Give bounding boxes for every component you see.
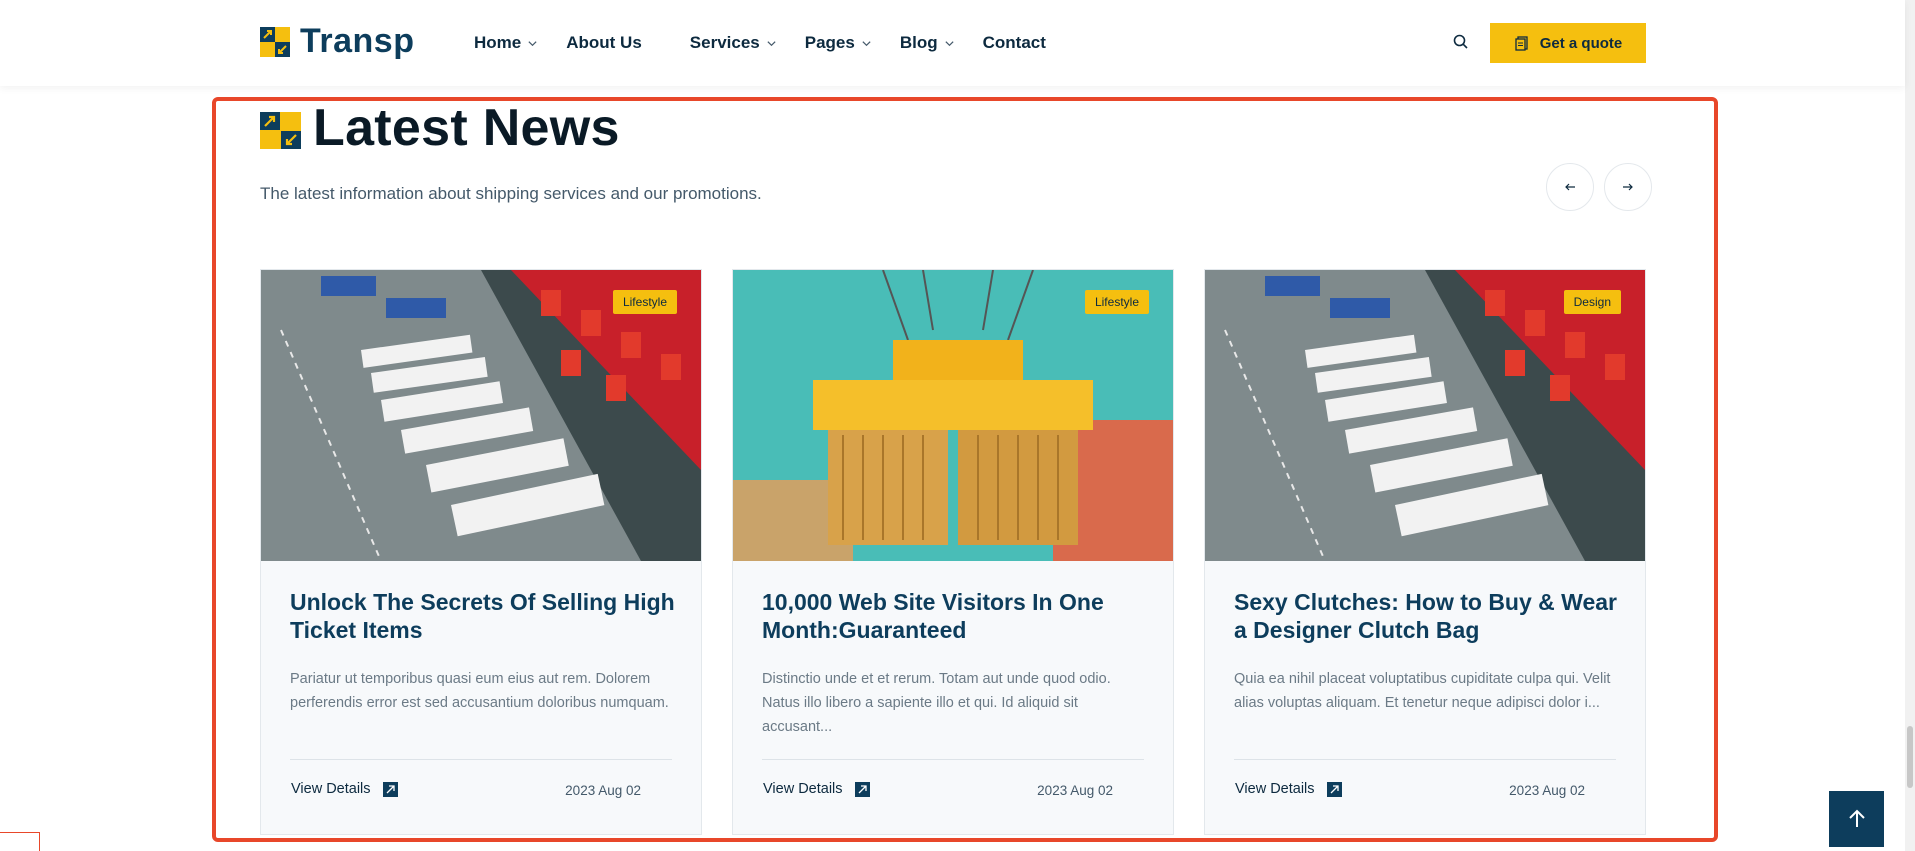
chevron-down-icon: [862, 40, 871, 46]
card-date: 2023 Aug 02: [565, 783, 641, 798]
nav-contact-label: Contact: [982, 33, 1046, 52]
section-subtitle: The latest information about shipping se…: [260, 184, 762, 203]
search-icon[interactable]: [1452, 33, 1470, 51]
chevron-down-icon: [767, 40, 776, 46]
view-details-label: View Details: [763, 781, 843, 797]
card-title[interactable]: Sexy Clutches: How to Buy & Wear a Desig…: [1234, 588, 1624, 644]
carousel-next-button[interactable]: [1604, 163, 1652, 211]
logo-text: Transp: [300, 22, 415, 60]
chevron-down-icon: [945, 40, 954, 46]
card-excerpt: Pariatur ut temporibus quasi eum eius au…: [290, 671, 669, 711]
card-title[interactable]: 10,000 Web Site Visitors In One Month:Gu…: [762, 588, 1152, 644]
document-icon: [1515, 36, 1528, 51]
nav-blog-label: Blog: [899, 33, 938, 52]
divider: [290, 759, 672, 760]
divider: [762, 759, 1144, 760]
nav-services[interactable]: Services: [690, 33, 777, 53]
nav-pages-label: Pages: [804, 33, 855, 52]
category-tag[interactable]: Design: [1563, 290, 1621, 314]
card-excerpt: Distinctio unde et et rerum. Totam aut u…: [762, 671, 1111, 735]
arrow-right-icon: [1623, 183, 1633, 191]
external-link-icon: [854, 781, 870, 797]
view-details-label: View Details: [1235, 781, 1315, 797]
nav-blog[interactable]: Blog: [900, 33, 955, 53]
nav-about-us[interactable]: About Us: [566, 33, 642, 53]
nav-contact[interactable]: Contact: [983, 33, 1046, 53]
divider: [1234, 759, 1616, 760]
view-details-link[interactable]: View Details: [763, 781, 870, 797]
view-details-link[interactable]: View Details: [291, 781, 398, 797]
news-card: Lifestyle Unlock The Secrets Of Selling …: [260, 269, 702, 835]
category-tag[interactable]: Lifestyle: [1084, 290, 1149, 314]
arrow-left-icon: [1565, 183, 1575, 191]
category-tag[interactable]: Lifestyle: [612, 290, 677, 314]
nav-services-label: Services: [689, 33, 760, 52]
site-header: Transp Home About Us Services Pages Blog…: [0, 0, 1905, 86]
main-nav: Home About Us Services Pages Blog Contac…: [474, 0, 1074, 86]
nav-home-label: Home: [474, 33, 522, 52]
nav-pages[interactable]: Pages: [805, 33, 872, 53]
external-link-icon: [382, 781, 398, 797]
card-title[interactable]: Unlock The Secrets Of Selling High Ticke…: [290, 588, 680, 644]
corner-widget[interactable]: [0, 832, 40, 851]
section-title: Latest News: [313, 99, 620, 157]
arrow-up-icon: [1848, 809, 1865, 827]
scrollbar-thumb[interactable]: [1907, 726, 1913, 788]
nav-about-label: About Us: [566, 33, 642, 52]
logo[interactable]: Transp: [260, 22, 414, 61]
carousel-prev-button[interactable]: [1546, 163, 1594, 211]
view-details-label: View Details: [291, 781, 371, 797]
card-date: 2023 Aug 02: [1037, 783, 1113, 798]
card-date: 2023 Aug 02: [1509, 783, 1585, 798]
view-details-link[interactable]: View Details: [1235, 781, 1342, 797]
news-card: Design Sexy Clutches: How to Buy & Wear …: [1204, 269, 1646, 835]
page-scrollbar[interactable]: [1905, 0, 1915, 851]
logo-icon: [260, 26, 290, 57]
get-a-quote-button[interactable]: Get a quote: [1490, 23, 1646, 63]
news-card: Lifestyle 10,000 Web Site Visitors In On…: [732, 269, 1174, 835]
nav-home[interactable]: Home: [474, 33, 538, 53]
card-excerpt: Quia ea nihil placeat voluptatibus cupid…: [1234, 671, 1611, 711]
external-link-icon: [1326, 781, 1342, 797]
section-logo-icon: [260, 112, 301, 149]
chevron-down-icon: [528, 40, 537, 46]
get-a-quote-label: Get a quote: [1539, 34, 1623, 52]
back-to-top-button[interactable]: [1829, 791, 1884, 847]
